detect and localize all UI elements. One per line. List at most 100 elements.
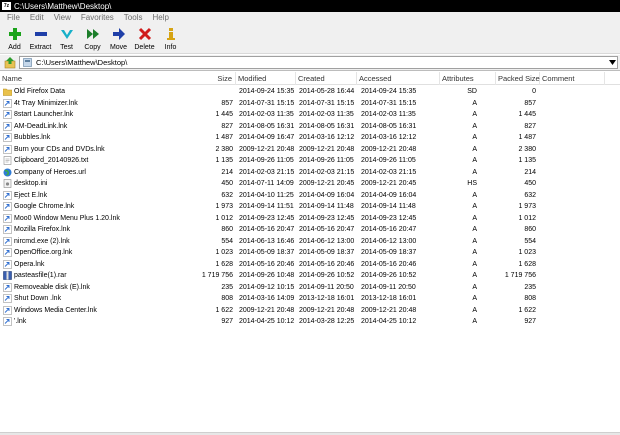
file-size: 827 [221, 122, 233, 130]
file-size: 235 [221, 283, 233, 291]
shortcut-icon [3, 236, 12, 246]
file-created: 2014-05-09 18:37 [299, 249, 355, 256]
up-folder-icon[interactable] [3, 56, 17, 70]
menu-file[interactable]: File [2, 12, 25, 24]
menu-help[interactable]: Help [147, 12, 173, 24]
file-name: Removeable disk (E).lnk [14, 283, 90, 291]
window-title: C:\Users\Matthew\Desktop\ [14, 1, 112, 11]
menu-view[interactable]: View [49, 12, 76, 24]
shortcut-icon [3, 98, 12, 108]
header-accessed[interactable]: Accessed [357, 72, 440, 85]
file-created: 2014-02-03 21:15 [299, 168, 355, 176]
header-size[interactable]: Size [196, 72, 236, 85]
header-packed-size[interactable]: Packed Size [496, 72, 540, 85]
file-row[interactable]: Opera.lnk 1 628 2014-05-16 20:46 2014-05… [0, 259, 620, 271]
file-created: 2013-12-18 16:01 [299, 295, 355, 302]
file-row[interactable]: 8start Launcher.lnk 1 445 2014-02-03 11:… [0, 109, 620, 121]
file-name: Company of Heroes.url [14, 168, 86, 176]
file-attributes: A [472, 237, 477, 245]
file-row[interactable]: AM-DeadLink.lnk 827 2014-08-05 16:31 201… [0, 121, 620, 133]
file-size: 808 [221, 295, 233, 302]
file-row[interactable]: nircmd.exe (2).lnk 554 2014-06-13 16:46 … [0, 236, 620, 248]
file-name: Old Firefox Data [14, 88, 65, 95]
file-row[interactable]: desktop.ini 450 2014-07-11 14:09 2009-12… [0, 178, 620, 190]
column-headers: Name Size Modified Created Accessed Attr… [0, 72, 620, 85]
file-attributes: A [472, 168, 477, 176]
extract-button[interactable]: Extract [28, 24, 53, 54]
file-row[interactable]: Burn your CDs and DVDs.lnk 2 380 2009-12… [0, 144, 620, 156]
file-row[interactable]: Moo0 Window Menu Plus 1.20.lnk 1 012 201… [0, 213, 620, 225]
address-field[interactable]: C:\Users\Matthew\Desktop\ [19, 56, 618, 69]
file-row[interactable]: Company of Heroes.url 214 2014-02-03 21:… [0, 167, 620, 179]
info-icon [163, 26, 179, 42]
file-row[interactable]: Bubbles.lnk 1 487 2014-04-09 16:47 2014-… [0, 132, 620, 144]
file-row[interactable]: Old Firefox Data 2014-09-24 15:35 2014-0… [0, 86, 620, 98]
file-attributes: A [472, 306, 477, 314]
shortcut-icon [3, 121, 12, 131]
file-name: 4t Tray Minimizer.lnk [14, 99, 78, 107]
file-created: 2009-12-21 20:48 [299, 145, 355, 153]
file-attributes: A [472, 272, 477, 279]
file-created: 2009-12-21 20:48 [299, 306, 355, 314]
shortcut-icon [3, 190, 12, 200]
file-modified: 2014-05-16 20:47 [239, 226, 295, 233]
menu-favorites[interactable]: Favorites [76, 12, 119, 24]
file-packed-size: 927 [524, 318, 536, 325]
info-button[interactable]: Info [158, 24, 183, 54]
file-created: 2014-08-05 16:31 [299, 122, 355, 130]
add-button[interactable]: Add [2, 24, 27, 54]
file-row[interactable]: Google Chrome.lnk 1 973 2014-09-14 11:51… [0, 201, 620, 213]
file-packed-size: 214 [524, 168, 536, 176]
file-modified: 2014-04-25 10:12 [239, 318, 295, 325]
archive-icon [3, 271, 12, 281]
copy-button[interactable]: Copy [80, 24, 105, 54]
test-button[interactable]: Test [54, 24, 79, 54]
file-row[interactable]: Windows Media Center.lnk 1 622 2009-12-2… [0, 305, 620, 317]
menu-bar: File Edit View Favorites Tools Help [0, 12, 620, 24]
file-size: 1 445 [215, 111, 233, 118]
file-size: 214 [221, 168, 233, 176]
menu-tools[interactable]: Tools [119, 12, 148, 24]
move-button[interactable]: Move [106, 24, 131, 54]
delete-button[interactable]: Delete [132, 24, 157, 54]
file-modified: 2014-05-09 18:37 [239, 249, 295, 256]
shortcut-icon [3, 225, 12, 235]
file-created: 2014-09-26 10:52 [299, 272, 355, 279]
file-accessed: 2014-02-03 11:35 [361, 111, 416, 118]
file-row[interactable]: '.lnk 927 2014-04-25 10:12 2014-03-28 12… [0, 316, 620, 328]
file-accessed: 2009-12-21 20:48 [361, 306, 417, 314]
header-modified[interactable]: Modified [236, 72, 296, 85]
header-attributes[interactable]: Attributes [440, 72, 496, 85]
file-attributes: SD [467, 88, 477, 95]
file-row[interactable]: pasteasfile(1).rar 1 719 756 2014-09-26 … [0, 270, 620, 282]
file-row[interactable]: Mozilla Firefox.lnk 860 2014-05-16 20:47… [0, 224, 620, 236]
file-created: 2014-06-12 13:00 [299, 237, 355, 245]
file-accessed: 2014-05-16 20:47 [361, 226, 417, 233]
file-row[interactable]: Clipboard_20140926.txt 1 135 2014-09-26 … [0, 155, 620, 167]
file-row[interactable]: 4t Tray Minimizer.lnk 857 2014-07-31 15:… [0, 98, 620, 110]
file-created: 2009-12-21 20:45 [299, 180, 355, 187]
file-size: 1 628 [215, 260, 233, 268]
file-modified: 2014-07-11 14:09 [239, 180, 294, 187]
file-name: Bubbles.lnk [14, 134, 51, 141]
file-modified: 2014-07-31 15:15 [239, 99, 295, 107]
file-size: 927 [221, 318, 233, 325]
file-packed-size: 860 [524, 226, 536, 233]
file-row[interactable]: Removeable disk (E).lnk 235 2014-09-12 1… [0, 282, 620, 294]
file-created: 2014-03-28 12:25 [299, 318, 355, 325]
file-accessed: 2014-09-24 15:35 [361, 88, 417, 95]
file-packed-size: 857 [524, 99, 536, 107]
file-row[interactable]: Eject E.lnk 632 2014-04-10 11:25 2014-04… [0, 190, 620, 202]
header-comment[interactable]: Comment [540, 72, 605, 85]
file-row[interactable]: Shut Down .lnk 808 2014-03-16 14:09 2013… [0, 293, 620, 305]
shortcut-icon [3, 213, 12, 223]
menu-edit[interactable]: Edit [25, 12, 49, 24]
file-accessed: 2014-05-16 20:46 [361, 260, 417, 268]
file-created: 2014-02-03 11:35 [299, 111, 354, 118]
header-created[interactable]: Created [296, 72, 357, 85]
file-created: 2014-09-26 11:05 [299, 157, 354, 164]
chevron-down-icon[interactable] [607, 57, 617, 68]
shortcut-icon [3, 133, 12, 143]
file-row[interactable]: OpenOffice.org.lnk 1 023 2014-05-09 18:3… [0, 247, 620, 259]
file-size: 450 [221, 180, 233, 187]
